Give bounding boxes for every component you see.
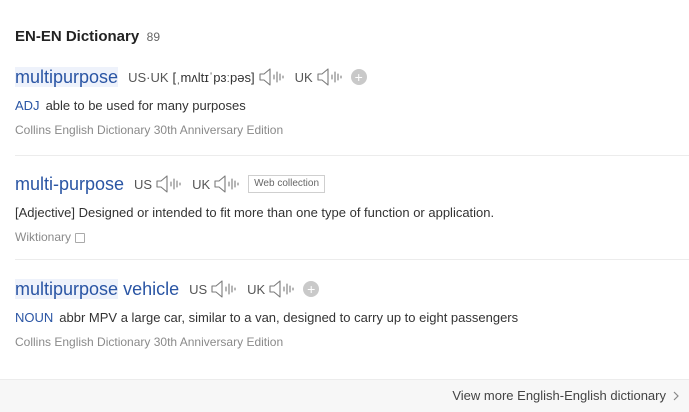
add-icon[interactable]: + — [350, 69, 367, 85]
definition-line: NOUN abbr MPV a large car, similar to a v… — [15, 310, 689, 325]
us-uk-label: US·UK — [128, 69, 169, 85]
entry-word-link[interactable]: multipurpose vehicle — [15, 278, 180, 300]
dictionary-title: EN-EN Dictionary — [15, 28, 140, 45]
chevron-right-icon — [673, 391, 679, 400]
dictionary-entry: multi-purpose US UK Web collection [Adje… — [15, 171, 689, 245]
word-rest: vehicle — [118, 278, 180, 299]
view-more-link[interactable]: View more English-English dictionary — [452, 388, 679, 403]
definition-text: [Adjective] Designed or intended to fit … — [15, 205, 495, 220]
speaker-icon[interactable] — [269, 279, 295, 299]
result-count: 89 — [146, 30, 161, 44]
part-of-speech: NOUN — [15, 310, 54, 325]
definition-line: ADJ able to be used for many purposes — [15, 98, 689, 113]
entry-source: Wiktionary — [15, 230, 689, 244]
speaker-icon[interactable] — [317, 67, 343, 87]
definition-text: abbr MPV a large car, similar to a van, … — [59, 310, 519, 325]
speaker-icon[interactable] — [156, 174, 182, 194]
entry-word-link[interactable]: multi-purpose — [15, 174, 124, 195]
us-label: US — [134, 176, 153, 192]
entry-source: Collins English Dictionary 30th Annivers… — [15, 123, 284, 137]
uk-label: UK — [192, 176, 211, 192]
web-collection-tag: Web collection — [248, 175, 326, 193]
speaker-icon[interactable] — [214, 174, 240, 194]
entry-word-link[interactable]: multipurpose — [15, 66, 119, 88]
speaker-icon[interactable] — [259, 67, 285, 87]
view-more-label: View more English-English dictionary — [452, 388, 666, 403]
word-highlight: multipurpose — [15, 66, 119, 87]
dictionary-entry: multipurpose US·UK [ˌmʌltɪˈpɜːpəs] UK + … — [15, 64, 689, 137]
add-icon[interactable]: + — [303, 281, 320, 297]
part-of-speech: ADJ — [15, 98, 40, 113]
entry-source: Collins English Dictionary 30th Annivers… — [15, 335, 284, 349]
divider — [15, 155, 689, 156]
footer-bar: View more English-English dictionary — [0, 379, 689, 412]
copy-icon[interactable] — [75, 233, 86, 243]
divider — [15, 259, 689, 260]
dictionary-entry: multipurpose vehicle US UK + NOUN abbr MP… — [15, 276, 689, 349]
source-label: Wiktionary — [15, 230, 72, 244]
dictionary-header: EN-EN Dictionary 89 — [15, 28, 160, 46]
us-label: US — [189, 281, 208, 297]
uk-label: UK — [294, 69, 313, 85]
definition-text: able to be used for many purposes — [45, 98, 246, 113]
uk-label: UK — [247, 281, 266, 297]
phonetic-transcription: [ˌmʌltɪˈpɜːpəs] — [172, 69, 255, 85]
speaker-icon[interactable] — [211, 279, 237, 299]
word-highlight: multipurpose — [15, 278, 119, 299]
